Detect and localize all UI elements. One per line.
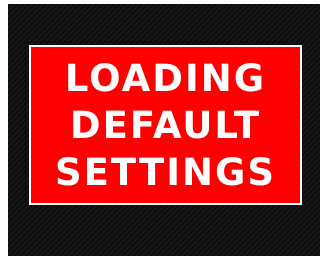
loading-message-panel: LOADING DEFAULT SETTINGS: [29, 45, 302, 205]
message-line-1: LOADING: [64, 56, 267, 100]
message-line-2: DEFAULT: [69, 103, 262, 147]
message-line-3: SETTINGS: [55, 150, 276, 194]
screen: LOADING DEFAULT SETTINGS: [0, 0, 334, 259]
device-display: LOADING DEFAULT SETTINGS: [8, 4, 320, 256]
